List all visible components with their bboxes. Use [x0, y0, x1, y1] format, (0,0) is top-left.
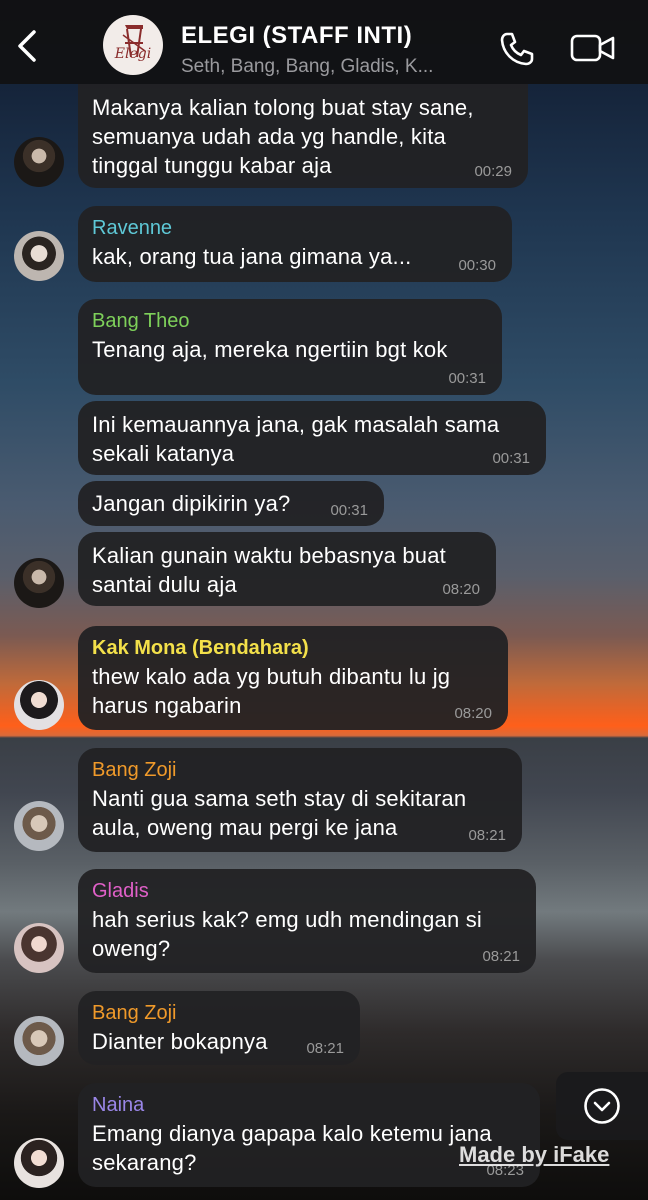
message-bubble[interactable]: Bang Theo Tenang aja, mereka ngertiin bg…	[78, 299, 502, 395]
avatar[interactable]	[14, 137, 64, 187]
sender-name[interactable]: Kak Mona (Bendahara)	[92, 637, 494, 660]
message-time: 08:20	[442, 581, 480, 598]
video-camera-icon	[570, 34, 615, 62]
message-text: hah serius kak? emg udh mendingan si owe…	[92, 907, 482, 961]
sender-name[interactable]: Bang Zoji	[92, 759, 508, 782]
message-text: Ini kemauannya jana, gak masalah sama se…	[92, 412, 500, 466]
video-call-button[interactable]	[570, 33, 616, 68]
message-time: 08:20	[454, 705, 492, 722]
sender-name[interactable]: Ravenne	[92, 217, 498, 240]
avatar[interactable]	[14, 1138, 64, 1188]
message-time: 00:31	[448, 370, 486, 387]
message-text: Tenang aja, mereka ngertiin bgt kok	[92, 337, 448, 362]
message-bubble[interactable]: Jangan dipikirin ya? 00:31	[78, 481, 384, 526]
chat-members[interactable]: Seth, Bang, Bang, Gladis, K...	[181, 56, 481, 78]
message-bubble[interactable]: Naina Emang dianya gapapa kalo ketemu ja…	[78, 1083, 540, 1187]
watermark-text: Made by iFake	[459, 1142, 610, 1167]
message-time: 00:29	[474, 163, 512, 180]
sender-name[interactable]: Naina	[92, 1094, 526, 1117]
message-text: Nanti gua sama seth stay di sekitaran au…	[92, 786, 467, 840]
message-bubble[interactable]: Ravenne kak, orang tua jana gimana ya...…	[78, 206, 512, 282]
scroll-to-bottom-button[interactable]	[556, 1072, 648, 1140]
chevron-left-icon	[18, 30, 36, 62]
group-avatar[interactable]: Elegi	[103, 15, 163, 75]
message-text: Jangan dipikirin ya?	[92, 491, 291, 516]
message-bubble[interactable]: Gladis hah serius kak? emg udh mendingan…	[78, 869, 536, 973]
chair-logo-icon	[122, 25, 146, 58]
avatar[interactable]	[14, 801, 64, 851]
avatar[interactable]	[14, 558, 64, 608]
message-time: 00:31	[330, 502, 368, 519]
message-text: thew kalo ada yg butuh dibantu lu jg har…	[92, 664, 451, 718]
message-time: 00:31	[492, 450, 530, 467]
chevron-down-circle-icon	[584, 1088, 620, 1124]
message-time: 08:21	[482, 948, 520, 965]
avatar[interactable]	[14, 923, 64, 973]
sender-name[interactable]: Bang Zoji	[92, 1002, 346, 1025]
message-bubble[interactable]: Bang Zoji Nanti gua sama seth stay di se…	[78, 748, 522, 852]
message-time: 00:30	[458, 257, 496, 274]
phone-icon	[500, 32, 534, 66]
message-time: 08:21	[306, 1040, 344, 1057]
avatar[interactable]	[14, 680, 64, 730]
message-bubble[interactable]: Kak Mona (Bendahara) thew kalo ada yg bu…	[78, 626, 508, 730]
avatar[interactable]	[14, 231, 64, 281]
back-button[interactable]	[12, 26, 42, 66]
message-bubble[interactable]: Kalian gunain waktu bebasnya buat santai…	[78, 532, 496, 606]
message-text: kak, orang tua jana gimana ya...	[92, 244, 412, 269]
avatar[interactable]	[14, 1016, 64, 1066]
chat-title[interactable]: ELEGI (STAFF INTI)	[181, 22, 412, 50]
message-bubble[interactable]: Ini kemauannya jana, gak masalah sama se…	[78, 401, 546, 475]
message-text: Kalian gunain waktu bebasnya buat santai…	[92, 543, 446, 597]
message-bubble[interactable]: Bang Zoji Dianter bokapnya 08:21	[78, 991, 360, 1065]
sender-name[interactable]: Gladis	[92, 880, 522, 903]
message-bubble[interactable]: Makanya kalian tolong buat stay sane, se…	[78, 84, 528, 188]
chat-header: Elegi ELEGI (STAFF INTI) Seth, Bang, Ban…	[0, 0, 648, 84]
message-text: Makanya kalian tolong buat stay sane, se…	[92, 95, 474, 178]
call-button[interactable]	[498, 30, 536, 73]
message-time: 08:21	[468, 827, 506, 844]
sender-name[interactable]: Bang Theo	[92, 310, 488, 333]
